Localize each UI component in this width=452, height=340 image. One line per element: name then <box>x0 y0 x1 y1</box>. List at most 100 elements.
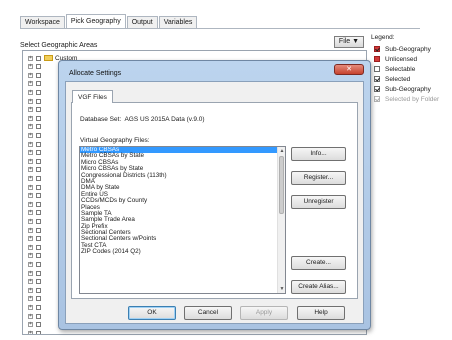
file-menu-button[interactable]: File ▼ <box>334 36 364 48</box>
tree-row[interactable]: + <box>28 243 41 251</box>
checkbox[interactable] <box>36 279 41 285</box>
expand-icon[interactable]: + <box>28 218 33 224</box>
tree-row[interactable]: + <box>28 260 41 268</box>
checkbox[interactable] <box>36 98 41 104</box>
tree-row[interactable]: + <box>28 131 41 139</box>
checkbox[interactable] <box>36 244 41 250</box>
register-button[interactable]: Register... <box>291 171 346 185</box>
checkbox[interactable] <box>36 330 41 334</box>
tab-vgf-files[interactable]: VGF Files <box>72 90 113 103</box>
checkbox[interactable] <box>36 132 41 138</box>
tree-row[interactable]: + <box>28 312 41 320</box>
expand-icon[interactable]: + <box>28 236 33 242</box>
cancel-button[interactable]: Cancel <box>184 306 232 320</box>
tab-output[interactable]: Output <box>126 16 158 28</box>
scroll-thumb[interactable] <box>279 156 284 214</box>
tree-row[interactable]: + <box>28 149 41 157</box>
checkbox[interactable] <box>36 218 41 224</box>
expand-icon[interactable]: + <box>28 175 33 181</box>
tree-row[interactable]: + <box>28 252 41 260</box>
checkbox[interactable] <box>36 81 41 87</box>
tree-row[interactable]: + <box>28 329 41 334</box>
expand-icon[interactable]: + <box>28 158 33 164</box>
ok-button[interactable]: OK <box>128 306 176 320</box>
checkbox[interactable] <box>36 124 41 130</box>
checkbox[interactable] <box>36 227 41 233</box>
checkbox[interactable] <box>36 287 41 293</box>
tree-row[interactable]: + <box>28 209 41 217</box>
checkbox[interactable] <box>36 158 41 164</box>
checkbox[interactable] <box>36 64 41 70</box>
tree-row[interactable]: + <box>28 226 41 234</box>
checkbox[interactable] <box>36 107 41 113</box>
expand-icon[interactable]: + <box>28 313 33 319</box>
checkbox[interactable] <box>36 141 41 147</box>
tree-row[interactable]: + <box>28 157 41 165</box>
scroll-up-icon[interactable]: ▲ <box>278 147 285 155</box>
create-alias-button[interactable]: Create Alias... <box>291 280 346 294</box>
apply-button[interactable]: Apply <box>240 306 288 320</box>
tree-row[interactable]: + <box>28 295 41 303</box>
expand-icon[interactable]: + <box>28 115 33 121</box>
tree-row[interactable]: + <box>28 217 41 225</box>
expand-icon[interactable]: + <box>28 132 33 138</box>
checkbox[interactable] <box>36 236 41 242</box>
tab-pick-geography[interactable]: Pick Geography <box>65 14 126 28</box>
expand-icon[interactable]: + <box>28 287 33 293</box>
expand-icon[interactable]: + <box>28 304 33 310</box>
close-button[interactable]: ✕ <box>334 64 364 75</box>
tab-variables[interactable]: Variables <box>158 16 198 28</box>
tree-row[interactable]: + <box>28 97 41 105</box>
checkbox[interactable] <box>36 89 41 95</box>
checkbox[interactable] <box>36 201 41 207</box>
checkbox[interactable] <box>36 253 41 259</box>
tree-row[interactable]: + <box>28 123 41 131</box>
checkbox[interactable] <box>36 313 41 319</box>
expand-icon[interactable]: + <box>28 279 33 285</box>
checkbox[interactable] <box>36 304 41 310</box>
tree-row[interactable]: + <box>28 192 41 200</box>
checkbox[interactable] <box>36 322 41 328</box>
tree-row[interactable]: + <box>28 235 41 243</box>
expand-icon[interactable]: + <box>28 296 33 302</box>
expand-icon[interactable]: + <box>28 81 33 87</box>
tree-row[interactable]: + <box>28 140 41 148</box>
expand-icon[interactable]: + <box>28 98 33 104</box>
unregister-button[interactable]: Unregister <box>291 195 346 209</box>
expand-icon[interactable]: + <box>28 270 33 276</box>
tree-row[interactable]: + <box>28 321 41 329</box>
tab-workspace[interactable]: Workspace <box>20 16 65 28</box>
expand-icon[interactable]: + <box>28 167 33 173</box>
tree-row[interactable]: + <box>28 183 41 191</box>
checkbox[interactable] <box>36 270 41 276</box>
info-button[interactable]: Info... <box>291 147 346 161</box>
checkbox[interactable] <box>36 261 41 267</box>
tree-row[interactable]: + <box>28 80 41 88</box>
checkbox[interactable] <box>36 296 41 302</box>
expand-icon[interactable]: + <box>28 72 33 78</box>
tree-row[interactable]: + <box>28 71 41 79</box>
scroll-down-icon[interactable]: ▼ <box>278 285 285 293</box>
tree-row[interactable]: + <box>28 88 41 96</box>
tree-row[interactable]: + <box>28 114 41 122</box>
tree-row[interactable]: + <box>28 106 41 114</box>
vgf-list-item[interactable]: ZIP Codes (2014 Q2) <box>80 248 277 255</box>
tree-row[interactable]: + <box>28 174 41 182</box>
expand-icon[interactable]: + <box>28 89 33 95</box>
expand-icon[interactable]: + <box>28 253 33 259</box>
checkbox[interactable] <box>36 175 41 181</box>
expand-icon[interactable]: + <box>28 210 33 216</box>
expand-icon[interactable]: + <box>28 330 33 334</box>
expand-icon[interactable]: + <box>28 150 33 156</box>
create-button[interactable]: Create... <box>291 256 346 270</box>
tree-row[interactable]: + <box>28 269 41 277</box>
checkbox[interactable] <box>36 167 41 173</box>
expand-icon[interactable]: + <box>28 193 33 199</box>
tree-row[interactable]: + <box>28 166 41 174</box>
checkbox[interactable] <box>36 193 41 199</box>
expand-icon[interactable]: + <box>28 184 33 190</box>
expand-icon[interactable]: + <box>28 322 33 328</box>
checkbox[interactable] <box>36 115 41 121</box>
expand-icon[interactable]: + <box>28 55 33 61</box>
expand-icon[interactable]: + <box>28 227 33 233</box>
